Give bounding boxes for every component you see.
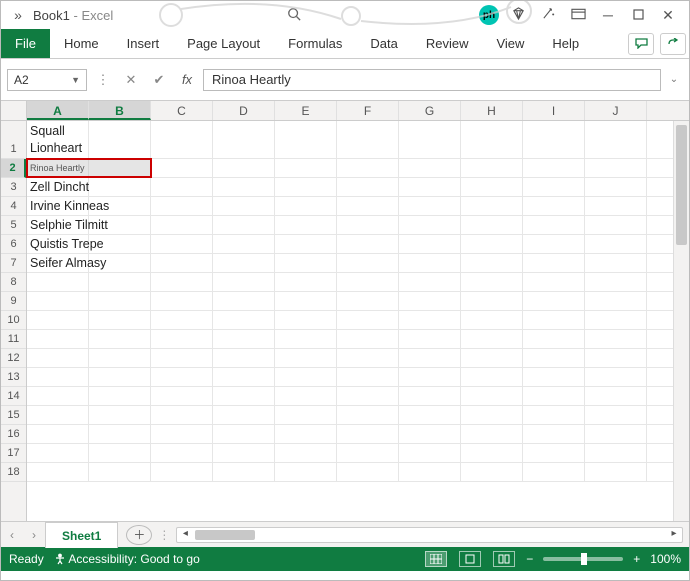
rowhdr-15[interactable]: 15 (1, 406, 26, 425)
column-headers: A B C D E F G H I J (1, 101, 689, 121)
tab-file[interactable]: File (1, 29, 50, 58)
tab-formulas[interactable]: Formulas (274, 29, 356, 58)
view-pagebreak-button[interactable] (493, 551, 515, 567)
grid: A B C D E F G H I J 1 2 3 4 5 6 7 8 9 10… (1, 101, 689, 521)
share-button[interactable] (660, 33, 686, 55)
rowhdr-10[interactable]: 10 (1, 311, 26, 330)
fx-icon[interactable]: fx (175, 69, 199, 91)
tab-view[interactable]: View (482, 29, 538, 58)
rowhdr-1[interactable]: 1 (1, 121, 26, 159)
rowhdr-12[interactable]: 12 (1, 349, 26, 368)
rowhdr-9[interactable]: 9 (1, 292, 26, 311)
namebox-more-icon[interactable]: ⋮ (91, 69, 115, 91)
sparkle-icon[interactable] (533, 6, 563, 24)
colhdr-I[interactable]: I (523, 101, 585, 120)
window-title: Book1 - Excel (33, 8, 113, 23)
status-ready: Ready (9, 552, 44, 566)
add-sheet-button[interactable]: ＋ (126, 525, 152, 545)
view-pagelayout-button[interactable] (459, 551, 481, 567)
rowhdr-2[interactable]: 2 (1, 159, 26, 178)
colhdr-E[interactable]: E (275, 101, 337, 120)
titlebar: » Book1 - Excel ph ─ ✕ (1, 1, 689, 29)
view-normal-button[interactable] (425, 551, 447, 567)
sheet-tab-active[interactable]: Sheet1 (45, 522, 118, 548)
colhdr-J[interactable]: J (585, 101, 647, 120)
rowhdr-17[interactable]: 17 (1, 444, 26, 463)
divider-icon: ⋮ (158, 528, 170, 542)
rowhdr-11[interactable]: 11 (1, 330, 26, 349)
tab-pagelayout[interactable]: Page Layout (173, 29, 274, 58)
rowhdr-6[interactable]: 6 (1, 235, 26, 254)
minimize-button[interactable]: ─ (593, 7, 623, 23)
rowhdr-8[interactable]: 8 (1, 273, 26, 292)
zoom-in-button[interactable]: + (633, 552, 640, 566)
colhdr-A[interactable]: A (27, 101, 89, 120)
colhdr-F[interactable]: F (337, 101, 399, 120)
sheet-nav-next-icon[interactable]: › (23, 528, 45, 542)
cell-A7[interactable]: Seifer Almasy (27, 254, 89, 272)
cell-B2[interactable] (89, 159, 151, 177)
rowhdr-18[interactable]: 18 (1, 463, 26, 482)
ribbon-display-icon[interactable] (563, 7, 593, 23)
tab-home[interactable]: Home (50, 29, 113, 58)
rowhdr-3[interactable]: 3 (1, 178, 26, 197)
accessibility-status[interactable]: Accessibility: Good to go (54, 552, 200, 566)
enter-icon[interactable]: ✔ (147, 69, 171, 91)
cells-area[interactable]: Squall Lionheart Rinoa Heartly Zell Dinc… (27, 121, 689, 521)
zoom-level[interactable]: 100% (650, 552, 681, 566)
colhdr-C[interactable]: C (151, 101, 213, 120)
cell-B1[interactable] (89, 121, 151, 158)
sheet-tab-bar: ‹ › Sheet1 ＋ ⋮ ◂▸ (1, 521, 689, 547)
comments-button[interactable] (628, 33, 654, 55)
close-button[interactable]: ✕ (653, 7, 683, 24)
tab-review[interactable]: Review (412, 29, 483, 58)
rowhdr-16[interactable]: 16 (1, 425, 26, 444)
quick-access-more-icon[interactable]: » (7, 7, 29, 23)
formula-bar: A2▼ ⋮ ✕ ✔ fx Rinoa Heartly ⌄ (1, 59, 689, 101)
rowhdr-7[interactable]: 7 (1, 254, 26, 273)
cell-A4[interactable]: Irvine Kinneas (27, 197, 89, 215)
vertical-scrollbar[interactable] (673, 121, 689, 521)
diamond-icon[interactable] (503, 6, 533, 24)
select-all-corner[interactable] (1, 101, 27, 120)
rowhdr-4[interactable]: 4 (1, 197, 26, 216)
colhdr-G[interactable]: G (399, 101, 461, 120)
rowhdr-14[interactable]: 14 (1, 387, 26, 406)
cell-A3[interactable]: Zell Dincht (27, 178, 89, 196)
account-badge[interactable]: ph (479, 5, 499, 25)
cancel-icon[interactable]: ✕ (119, 69, 143, 91)
ribbon-tabs: File Home Insert Page Layout Formulas Da… (1, 29, 689, 59)
colhdr-B[interactable]: B (89, 101, 151, 120)
sheet-nav-prev-icon[interactable]: ‹ (1, 528, 23, 542)
zoom-out-button[interactable]: − (526, 552, 533, 566)
formula-expand-icon[interactable]: ⌄ (665, 74, 683, 85)
cell-A1[interactable]: Squall Lionheart (27, 121, 89, 158)
colhdr-H[interactable]: H (461, 101, 523, 120)
formula-input[interactable]: Rinoa Heartly (203, 69, 661, 91)
cell-A6[interactable]: Quistis Trepe (27, 235, 89, 253)
rowhdr-5[interactable]: 5 (1, 216, 26, 235)
horizontal-scrollbar[interactable]: ◂▸ (176, 527, 683, 543)
maximize-button[interactable] (623, 7, 653, 23)
tab-help[interactable]: Help (538, 29, 593, 58)
search-icon[interactable] (279, 7, 309, 24)
tab-insert[interactable]: Insert (113, 29, 174, 58)
rowhdr-13[interactable]: 13 (1, 368, 26, 387)
colhdr-D[interactable]: D (213, 101, 275, 120)
status-bar: Ready Accessibility: Good to go − + 100% (1, 547, 689, 571)
row-headers: 1 2 3 4 5 6 7 8 9 10 11 12 13 14 15 16 1… (1, 121, 27, 521)
tab-data[interactable]: Data (356, 29, 411, 58)
cell-A5[interactable]: Selphie Tilmitt (27, 216, 89, 234)
zoom-slider[interactable] (543, 557, 623, 561)
cell-A2[interactable]: Rinoa Heartly (27, 159, 89, 177)
name-box[interactable]: A2▼ (7, 69, 87, 91)
